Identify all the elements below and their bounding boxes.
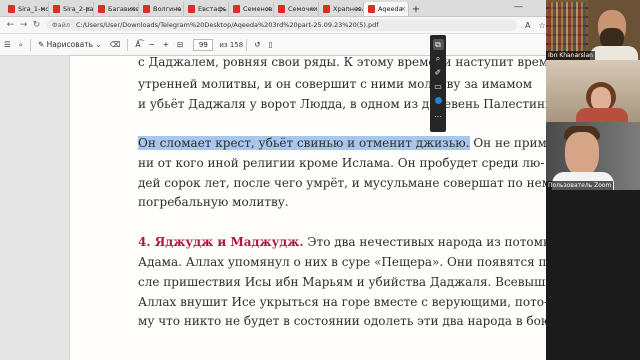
page-view-icon[interactable]: ▯: [265, 37, 277, 53]
url-text: C:/Users/User/Downloads/Telegram%20Deskt…: [75, 21, 379, 29]
search-icon[interactable]: ⌕: [15, 37, 27, 53]
text-line: Адама. Аллах упомянул о них в суре «Пеще…: [138, 255, 558, 269]
pdf-icon: [368, 5, 375, 13]
close-icon[interactable]: ×: [85, 5, 91, 13]
tab-label: Aqeeda: [378, 5, 403, 13]
participant-tile[interactable]: Пользователь Zoom: [546, 122, 640, 190]
tab-semenov[interactable]: Семенов ×: [229, 2, 274, 16]
zoom-in-icon[interactable]: +: [159, 37, 173, 53]
participant-tile[interactable]: Ibn Khanarslan: [546, 0, 640, 60]
contents-icon[interactable]: ☰: [0, 37, 15, 53]
screen: Sira_1-мо × Sira_2-ра × Багавиев × Волгина ×…: [0, 0, 640, 360]
tab-sira-1[interactable]: Sira_1-мо ×: [4, 2, 49, 16]
forward-icon[interactable]: →: [17, 20, 30, 30]
back-icon[interactable]: ←: [4, 20, 17, 30]
tab-semochkin[interactable]: Семочкин ×: [274, 2, 319, 16]
tab-strip: Sira_1-мо × Sira_2-ра × Багавиев × Волгина ×…: [0, 0, 546, 17]
copy-icon[interactable]: ⧉: [432, 39, 444, 50]
copilot-icon[interactable]: [433, 95, 444, 106]
pdf-toolbar: ☰ ⌕ ✎ Нарисовать ⌄ ⌫ A͡ − + ⊟ 99 из 158 …: [0, 34, 546, 56]
close-icon[interactable]: ×: [355, 5, 361, 13]
close-icon[interactable]: ×: [40, 5, 46, 13]
draw-button[interactable]: ✎ Нарисовать ⌄: [34, 37, 106, 53]
participant-name: Пользователь Zoom: [546, 181, 614, 190]
file-label: Файл: [52, 21, 70, 29]
favorite-icon[interactable]: ☆: [538, 21, 545, 30]
close-icon[interactable]: ×: [175, 5, 181, 13]
more-icon[interactable]: …: [433, 109, 444, 120]
text-line: му что никто не будет в состоянии одолет…: [138, 314, 556, 328]
url-input[interactable]: Файл C:/Users/User/Downloads/Telegram%20…: [47, 19, 517, 31]
text-line: дей сорок лет, после чего умрёт, и мусул…: [138, 176, 559, 190]
text-line: ни от кого иной религии кроме Ислама. Он…: [138, 156, 545, 170]
divider: [29, 38, 31, 51]
participant-body: [590, 46, 638, 60]
close-icon[interactable]: ×: [130, 5, 136, 13]
draw-label: Нарисовать: [46, 40, 94, 49]
pdf-icon: [143, 5, 150, 13]
pdf-icon: [233, 5, 240, 13]
section-heading: 4. Яджудж и Маджудж.: [138, 235, 304, 249]
pdf-icon: [53, 5, 60, 13]
address-bar: ← → ↻ Файл C:/Users/User/Downloads/Teleg…: [0, 17, 546, 34]
pdf-icon: [8, 5, 15, 13]
pdf-icon: [98, 5, 105, 13]
books: [548, 2, 586, 57]
participant-tile[interactable]: [546, 60, 640, 122]
text-line: Он сломает крест, убьёт свинью и отменит…: [138, 136, 561, 150]
zoom-out-icon[interactable]: −: [144, 37, 158, 53]
page-total: из 158: [219, 40, 244, 49]
tab-bagaviev[interactable]: Багавиев ×: [94, 2, 139, 16]
pdf-page: с Даджалем, ровняя свои ряды. К этому вр…: [70, 55, 569, 360]
close-icon[interactable]: ×: [265, 5, 271, 13]
read-aloud-icon[interactable]: A: [525, 21, 530, 30]
new-tab-button[interactable]: +: [409, 2, 423, 16]
text-selection: Он сломает крест, убьёт свинью и отменит…: [138, 136, 470, 150]
chevron-down-icon: ⌄: [95, 40, 102, 49]
eraser-icon[interactable]: ⌫: [106, 37, 125, 53]
tab-aqeeda[interactable]: Aqeeda ×: [364, 2, 409, 16]
search-icon[interactable]: ⌕: [433, 53, 444, 64]
fit-page-icon[interactable]: ⊟: [173, 37, 187, 53]
comment-icon[interactable]: ▭: [433, 81, 444, 92]
pdf-icon: [188, 5, 195, 13]
draw-icon: ✎: [37, 40, 45, 49]
tab-volgina[interactable]: Волгина ×: [139, 2, 184, 16]
rotate-icon[interactable]: ↺: [250, 37, 264, 53]
document-area[interactable]: с Даджалем, ровняя свои ряды. К этому вр…: [0, 55, 569, 360]
text-line: погребальную молитву.: [138, 195, 289, 209]
text-line: 4. Яджудж и Маджудж. Это два нечестивых …: [138, 235, 565, 249]
text-icon[interactable]: A͡: [131, 37, 144, 53]
minimize-icon[interactable]: —: [514, 2, 523, 12]
video-panel: Ibn Khanarslan Пользователь Zoom: [546, 0, 640, 360]
text-line: и убьёт Даджаля у ворот Людда, в одном и…: [138, 97, 559, 111]
text-line: Аллах внушит Исе укрыться на горе вместе…: [138, 295, 549, 309]
text-line: с Даджалем, ровняя свои ряды. К этому вр…: [138, 55, 556, 69]
participant-name: Ibn Khanarslan: [546, 51, 595, 60]
tab-evstaf[interactable]: Евстафь ×: [184, 2, 229, 16]
pdf-icon: [323, 5, 330, 13]
participant-face: [565, 132, 599, 176]
text-line: сле пришествия Исы ибн Марьям и убийства…: [138, 275, 570, 289]
participant-body: [576, 108, 628, 122]
tab-sira-2[interactable]: Sira_2-ра ×: [49, 2, 94, 16]
pdf-icon: [278, 5, 285, 13]
highlight-icon[interactable]: ✐: [433, 67, 444, 78]
close-icon[interactable]: ×: [220, 5, 226, 13]
selection-toolbar: ⧉ ⌕ ✐ ▭ …: [430, 35, 446, 132]
close-icon[interactable]: ×: [400, 5, 406, 13]
divider: [246, 38, 248, 51]
text-line: утренней молитвы, и он совершит с ними м…: [138, 77, 533, 91]
reload-icon[interactable]: ↻: [30, 20, 43, 30]
divider: [127, 38, 129, 51]
tab-khrapneva[interactable]: Храпнева ×: [319, 2, 364, 16]
page-number-input[interactable]: 99: [193, 38, 214, 51]
close-icon[interactable]: ×: [310, 5, 316, 13]
